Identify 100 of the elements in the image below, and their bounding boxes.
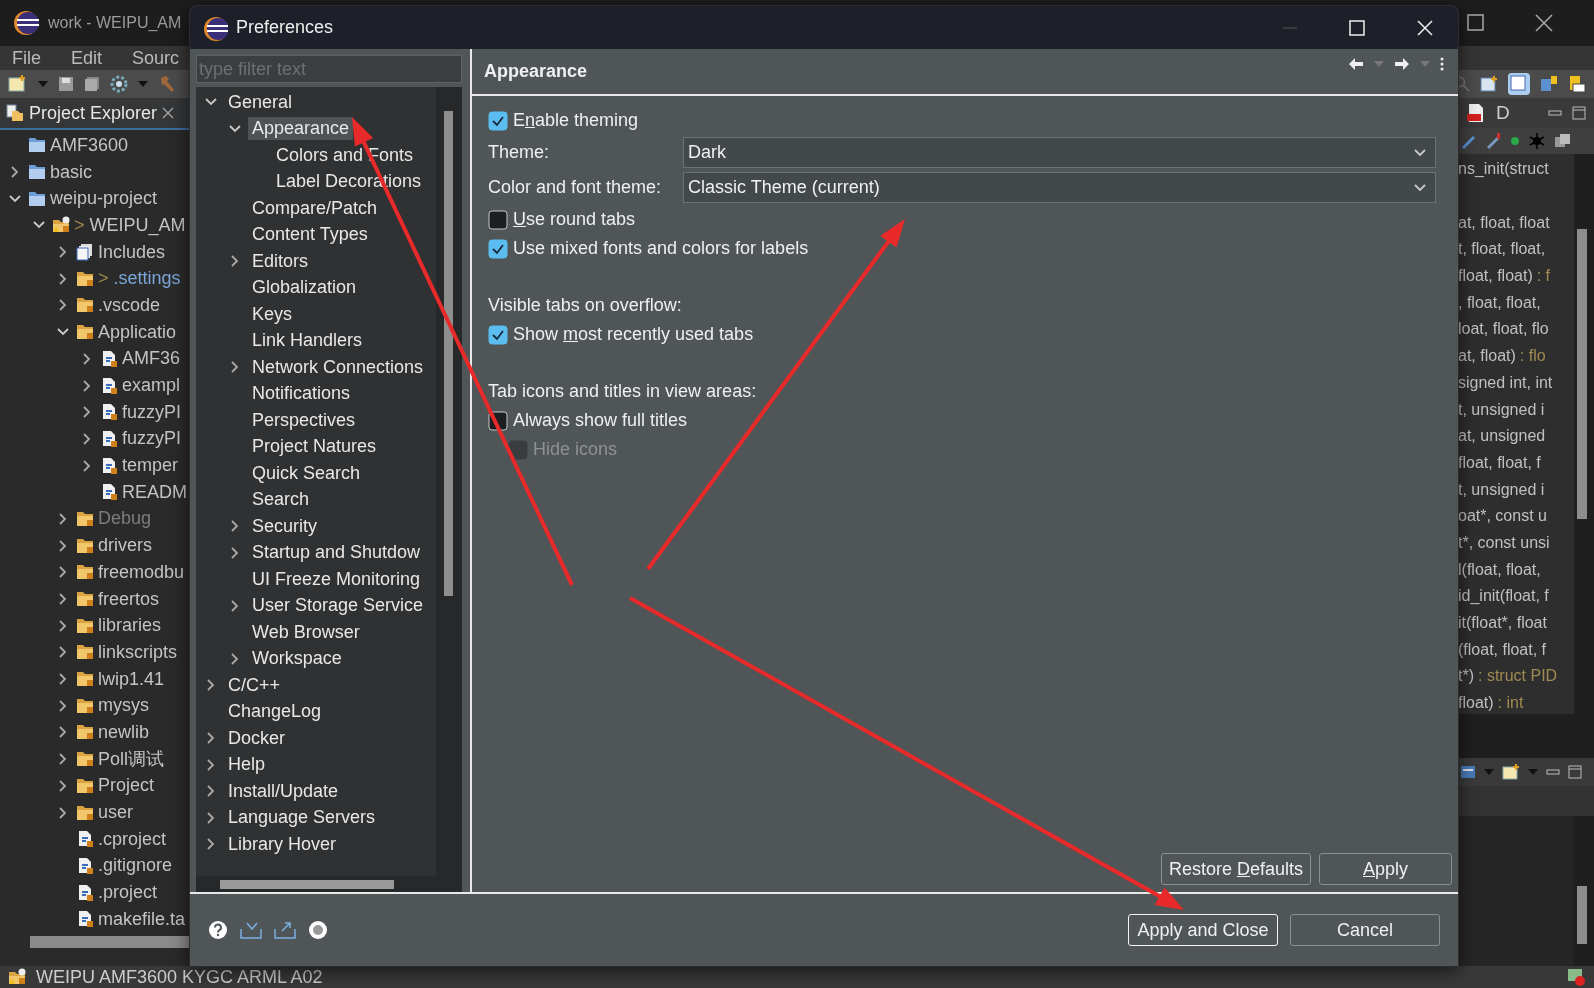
tree-item[interactable]: General [224,90,297,114]
tree-item[interactable]: Globalization [248,276,361,300]
tree-item[interactable]: Web Browser [248,620,364,644]
tree-item[interactable]: Startup and Shutdow [248,541,425,565]
tree-item[interactable]: freemodbu [0,559,189,586]
tree-item[interactable]: Editors [248,249,313,273]
menu-item[interactable]: Edit [71,47,103,69]
tree-item[interactable]: Content Types [248,223,372,247]
view-tab[interactable]: Project Explorer [0,98,189,130]
tree-item[interactable]: Docker [224,726,289,750]
tree-item[interactable]: Workspace [248,647,346,671]
tree-item[interactable]: fuzzyPI [0,398,189,426]
tree-item[interactable]: UI Freeze Monitoring [248,567,425,591]
tree-item[interactable]: basic [0,158,189,186]
export-icon[interactable] [274,921,296,939]
tree-item[interactable]: .gitignore [0,852,189,880]
scrollbar-thumb[interactable] [220,880,394,889]
maximize-icon[interactable] [1466,13,1486,33]
tree-item[interactable]: Library Hover [224,832,341,856]
tree-item[interactable]: Appearance [248,117,354,141]
tree-item[interactable]: libraries [0,612,189,640]
new-window-icon[interactable] [1502,764,1520,780]
tree-item[interactable]: weipu-project [0,185,189,213]
back-arrow-icon[interactable] [1348,56,1364,71]
tree-item[interactable]: Link Handlers [248,329,367,353]
scrollbar-thumb[interactable] [444,111,453,596]
pen-icon[interactable] [1485,133,1501,149]
tree-item[interactable]: .project [0,879,189,906]
tree-item[interactable]: mysys [0,692,189,720]
button[interactable]: Cancel [1290,914,1440,946]
tree-item[interactable]: Network Connections [248,355,428,379]
help-icon[interactable] [208,920,228,940]
maximize-icon[interactable] [1572,106,1586,120]
tree-item[interactable]: Security [248,514,322,538]
stack-icon[interactable] [1554,133,1572,149]
tree-item[interactable]: > WEIPU_AM [0,212,189,239]
pen-icon[interactable] [1460,133,1476,149]
tree-item[interactable]: fuzzyPI [0,425,189,453]
gear-icon[interactable] [110,75,128,93]
tree-item[interactable]: Install/Update [224,779,343,803]
editor-tab[interactable]: D [1496,102,1510,124]
tree-item[interactable]: ChangeLog [224,700,326,724]
tree-item[interactable]: exampl [0,372,189,399]
tree-item[interactable]: Debug [0,505,189,533]
checkbox[interactable] [488,110,508,131]
tree-item[interactable]: linkscripts [0,639,189,666]
dropdown[interactable]: Dark [683,137,1436,168]
minimize-icon[interactable] [1548,107,1562,119]
save-icon[interactable] [58,76,74,92]
button[interactable]: Restore Defaults [1161,853,1311,885]
tree-item[interactable]: Perspectives [248,408,360,432]
tree-item[interactable]: AMF36 [0,345,189,373]
forward-arrow-icon[interactable] [1394,56,1410,71]
tree-item[interactable]: Project Natures [248,435,381,459]
new-window-icon[interactable] [8,75,28,93]
tree-item[interactable]: READM [0,478,189,506]
tree-item[interactable]: Includes [0,238,189,266]
save-all-icon[interactable] [84,76,100,92]
tree-item[interactable]: Notifications [248,382,355,406]
tree-item[interactable]: newlib [0,719,189,746]
tree-item[interactable]: Language Servers [224,806,380,830]
checkbox[interactable] [488,238,508,259]
tree-item[interactable]: freertos [0,585,189,613]
menu-item[interactable]: File [12,47,41,69]
tree-item[interactable]: user [0,799,189,826]
record-icon[interactable] [308,920,328,940]
dropdown[interactable]: Classic Theme (current) [683,172,1436,203]
tree-item[interactable]: Applicatio [0,318,189,346]
tree-item[interactable]: Keys [248,302,297,326]
maximize-icon[interactable] [1568,765,1582,779]
tree-item[interactable]: Project [0,772,189,800]
tree-item[interactable]: Help [224,753,270,777]
tree-item[interactable]: lwip1.41 [0,665,189,693]
scrollbar-thumb[interactable] [1577,886,1587,944]
tree-item[interactable]: temper [0,452,189,479]
open-perspective-icon[interactable] [1480,76,1498,92]
tree-item[interactable]: Quick Search [248,461,365,485]
menu-item[interactable]: Sourc [132,47,180,69]
console-icon[interactable] [1460,764,1476,780]
scrollbar-thumb[interactable] [30,936,189,948]
more-icon[interactable] [1440,56,1444,71]
tree-item[interactable]: .cproject [0,825,189,853]
button[interactable]: Apply [1319,853,1452,885]
tree-item[interactable]: User Storage Service [248,594,428,618]
tree-item[interactable]: drivers [0,532,189,559]
import-icon[interactable] [240,921,262,939]
tree-item[interactable]: Compare/Patch [248,196,382,220]
tree-item[interactable]: Poll调试 [0,745,189,773]
tree-item[interactable]: > .settings [0,265,189,293]
minimize-icon[interactable] [1546,766,1560,778]
dot-icon[interactable] [1510,136,1520,146]
tree-item[interactable]: AMF3600 [0,132,189,159]
close-icon[interactable] [1534,13,1554,33]
tree-item[interactable]: .vscode [0,292,189,319]
tree-item[interactable]: Search [248,488,314,512]
button[interactable]: Apply and Close [1128,914,1278,946]
tree-item[interactable]: C/C++ [224,673,285,697]
scrollbar-thumb[interactable] [1577,229,1587,519]
tree-item[interactable]: makefile.ta [0,905,189,933]
checkbox[interactable] [488,324,508,345]
